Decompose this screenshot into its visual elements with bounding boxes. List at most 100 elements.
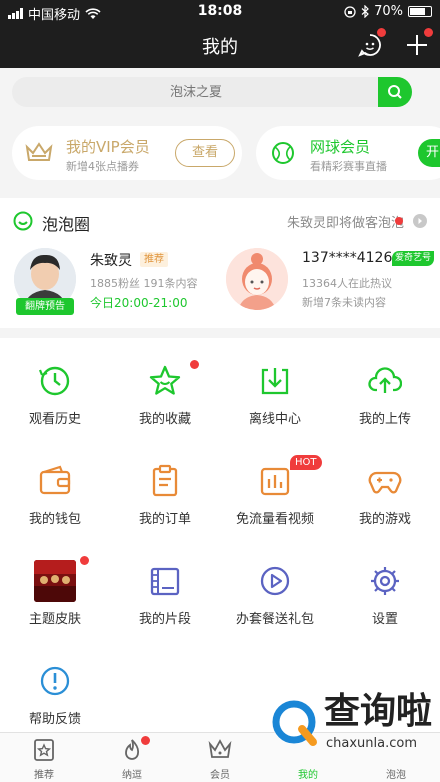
- watermark-brand: 查询啦: [324, 691, 433, 732]
- hot-badge: HOT: [290, 455, 322, 470]
- wallet-icon: [39, 465, 71, 495]
- grid-item-help[interactable]: 帮助反馈: [0, 642, 110, 742]
- grid-item-upload[interactable]: 我的上传: [330, 342, 440, 442]
- vip-card[interactable]: 我的VIP会员 新增4张点播券 查看: [12, 126, 242, 180]
- search-input[interactable]: [12, 77, 380, 107]
- tennis-subtitle: 看精彩赛事直播: [310, 160, 387, 173]
- gamepad-icon: [368, 471, 402, 494]
- grid-item-favorites[interactable]: 我的收藏: [110, 342, 220, 442]
- status-bar: 中国移动 18:08 70%: [0, 0, 440, 24]
- lock-rotation-icon: [344, 5, 356, 18]
- top-bar: 中国移动 18:08 70% 我的: [0, 0, 440, 68]
- grid-label: 免流量看视频: [235, 512, 314, 527]
- grid-item-offline[interactable]: 离线中心: [220, 342, 330, 442]
- grid-item-orders[interactable]: 我的订单: [110, 442, 220, 542]
- help-icon: [40, 666, 70, 696]
- vip-card-row: 我的VIP会员 新增4张点播券 查看 网球会员 看精彩赛事直播 开: [0, 118, 440, 190]
- tennis-open-button[interactable]: 开: [418, 139, 440, 167]
- tab-label: 纳逗: [122, 770, 142, 781]
- grid-item-clips[interactable]: 我的片段: [110, 542, 220, 642]
- download-icon: [261, 368, 289, 395]
- notification-dot: [141, 736, 150, 745]
- notification-dot: [424, 28, 433, 37]
- grid-label: 设置: [371, 612, 398, 627]
- order-icon: [152, 464, 178, 497]
- crown-icon: [25, 142, 53, 161]
- grid-label: 办套餐送礼包: [235, 612, 314, 627]
- grid-item-free-data[interactable]: HOT 免流量看视频: [220, 442, 330, 542]
- bubble-circle-icon: [13, 211, 33, 231]
- tennis-card[interactable]: 网球会员 看精彩赛事直播 开: [256, 126, 440, 180]
- search-icon: [388, 85, 402, 99]
- grid-label: 我的订单: [138, 512, 191, 527]
- grid-label: 观看历史: [28, 412, 81, 427]
- theme-thumbnail: [34, 560, 76, 602]
- discussion-count: 13364人在此热议: [302, 277, 392, 290]
- tennis-ball-icon: [272, 142, 294, 164]
- section-title: 泡泡圈: [42, 215, 91, 234]
- grid-item-games[interactable]: 我的游戏: [330, 442, 440, 542]
- star-icon: [149, 365, 181, 395]
- grid-label: 我的游戏: [358, 512, 411, 527]
- film-clip-icon: [150, 567, 180, 596]
- grid-label: 我的上传: [358, 412, 411, 427]
- notification-dot: [190, 360, 199, 369]
- feature-grid: 观看历史 我的收藏 离线中心 我的上传 我的钱包 我的订单 HOT 免流量看视频: [0, 338, 440, 732]
- notification-dot: [80, 556, 89, 565]
- bubble-item[interactable]: 137****4126 爱奇艺号 13364人在此热议 新增7条未读内容: [220, 242, 440, 322]
- add-button[interactable]: [404, 28, 433, 58]
- grid-item-history[interactable]: 观看历史: [0, 342, 110, 442]
- crown-icon: [208, 739, 232, 758]
- chevron-right-icon[interactable]: [413, 214, 427, 228]
- recommend-tag: 推荐: [140, 252, 168, 267]
- grid-item-theme[interactable]: 主题皮肤: [0, 542, 110, 642]
- tennis-title: 网球会员: [310, 138, 371, 156]
- bubble-circle-section: 泡泡圈 朱致灵即将做客泡泡 翻牌预告 朱致灵 推荐 1885粉丝 191条内容 …: [0, 198, 440, 328]
- vip-view-button[interactable]: 查看: [175, 139, 235, 167]
- unread-content: 新增7条未读内容: [302, 296, 386, 309]
- preview-badge: 翻牌预告: [16, 298, 74, 315]
- watermark-logo: 查询啦 chaxunla.com: [262, 688, 436, 758]
- clock-icon: [38, 366, 70, 396]
- data-free-icon: [260, 467, 290, 496]
- tab-nadou[interactable]: 纳逗: [88, 733, 176, 782]
- my-page: 中国移动 18:08 70% 我的 泡沫之夏 我的VIP会员 新增4张点播券 查…: [0, 0, 440, 782]
- grid-label: 主题皮肤: [28, 612, 81, 627]
- tab-recommend[interactable]: 推荐: [0, 733, 88, 782]
- celebrity-stats: 1885粉丝 191条内容: [90, 277, 198, 290]
- tab-label: 会员: [210, 770, 230, 781]
- grid-item-package-gift[interactable]: 办套餐送礼包: [220, 542, 330, 642]
- battery-icon: [408, 6, 432, 17]
- grid-label: 我的钱包: [28, 512, 81, 527]
- grid-label: 我的片段: [138, 612, 191, 627]
- bubble-notice[interactable]: 朱致灵即将做客泡泡: [287, 212, 404, 231]
- recommend-icon: [34, 739, 54, 761]
- magnifier-logo-icon: [272, 700, 317, 746]
- notice-dot: [395, 217, 403, 225]
- tab-label: 推荐: [34, 770, 54, 781]
- bluetooth-icon: [361, 5, 369, 18]
- play-circle-icon: [260, 566, 290, 596]
- tab-label: 我的: [298, 770, 318, 781]
- watermark-url: chaxunla.com: [326, 736, 417, 751]
- gear-icon: [371, 567, 399, 595]
- tab-label: 泡泡: [386, 770, 406, 781]
- grid-label: 离线中心: [248, 412, 301, 427]
- live-schedule: 今日20:00-21:00: [90, 296, 188, 310]
- battery-percent: 70%: [374, 4, 403, 19]
- vip-subtitle: 新增4张点播券: [66, 160, 139, 173]
- avatar: [226, 248, 288, 310]
- bubble-user-name: 137****4126: [302, 250, 393, 266]
- message-button[interactable]: [357, 28, 386, 58]
- search-bar: [12, 77, 412, 107]
- vip-title: 我的VIP会员: [66, 138, 150, 156]
- grid-item-wallet[interactable]: 我的钱包: [0, 442, 110, 542]
- grid-item-settings[interactable]: 设置: [330, 542, 440, 642]
- bubble-item[interactable]: 翻牌预告 朱致灵 推荐 1885粉丝 191条内容 今日20:00-21:00: [0, 242, 220, 322]
- celebrity-name: 朱致灵: [90, 253, 132, 269]
- grid-label: 帮助反馈: [28, 712, 81, 727]
- notification-dot: [377, 28, 386, 37]
- search-button[interactable]: [378, 77, 412, 107]
- cloud-upload-icon: [368, 367, 402, 393]
- tab-vip[interactable]: 会员: [176, 733, 264, 782]
